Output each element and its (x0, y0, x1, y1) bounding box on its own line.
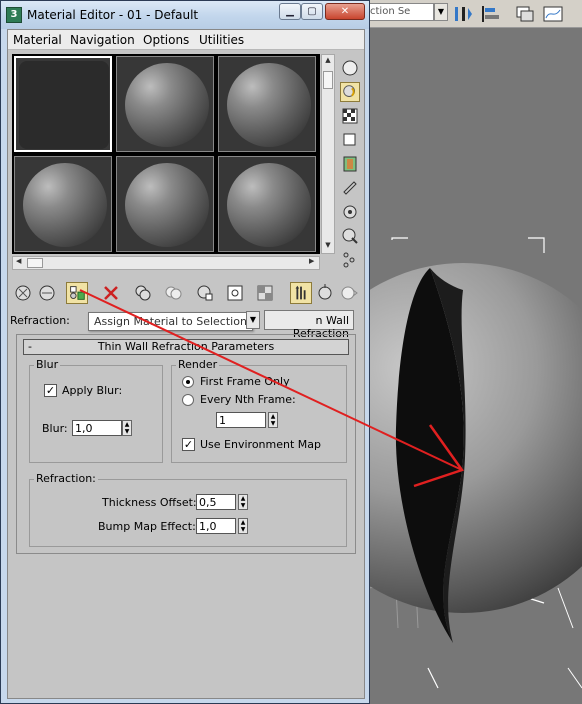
sample-slot[interactable] (218, 56, 316, 152)
material-map-navigator-icon[interactable] (340, 250, 360, 270)
max-app-icon[interactable]: 3 (6, 7, 22, 23)
align-icon[interactable] (480, 3, 502, 25)
menu-bar: Material Navigation Options Utilities (8, 30, 364, 50)
sample-slot[interactable] (116, 156, 214, 252)
go-forward-to-sibling-icon[interactable] (338, 282, 360, 304)
tooltip: Assign Material to Selection (88, 312, 253, 331)
material-toolbar (8, 280, 364, 306)
material-effects-channel-icon[interactable] (224, 282, 246, 304)
scroll-left-icon[interactable]: ◀ (16, 257, 21, 265)
maximize-button[interactable]: ▢ (301, 3, 323, 20)
use-environment-map-checkbox[interactable]: ✓ (182, 438, 195, 451)
close-button[interactable]: ✕ (325, 3, 365, 20)
layer-manager-icon[interactable] (514, 3, 536, 25)
mirror-icon[interactable] (452, 3, 474, 25)
slots-vertical-scrollbar[interactable]: ▲ ▼ (321, 54, 335, 254)
nth-frame-field[interactable] (216, 412, 266, 428)
go-to-parent-icon[interactable] (314, 282, 336, 304)
minimize-button[interactable]: ▁ (279, 3, 301, 20)
main-toolbar: ction Se ▼ (362, 0, 582, 28)
sample-slot[interactable] (116, 56, 214, 152)
map-slot-label: Refraction: (10, 314, 70, 327)
thickness-offset-spinner-arrows[interactable]: ▲ ▼ (238, 494, 248, 510)
apply-blur-label: Apply Blur: (62, 384, 123, 397)
use-environment-map-label: Use Environment Map (200, 438, 321, 451)
menu-material[interactable]: Material (13, 33, 62, 47)
blur-field[interactable] (72, 420, 122, 436)
first-frame-only-label: First Frame Only (200, 375, 290, 388)
nth-frame-spinner: ▲▼ (216, 412, 280, 428)
put-material-to-scene-icon[interactable] (36, 282, 58, 304)
scroll-down-icon[interactable]: ▼ (323, 241, 333, 249)
named-selection-set-field[interactable]: ction Se (366, 3, 434, 21)
menu-utilities[interactable]: Utilities (199, 33, 244, 47)
scroll-right-icon[interactable]: ▶ (309, 257, 314, 265)
video-color-check-icon[interactable] (340, 154, 360, 174)
thickness-offset-spinner: ▲▼ (196, 494, 250, 510)
blur-group: Blur ✓ Apply Blur: Blur: ▲▼ (29, 358, 163, 463)
menu-navigation[interactable]: Navigation (70, 33, 135, 47)
thickness-offset-field[interactable] (196, 494, 236, 510)
get-material-icon[interactable] (12, 282, 34, 304)
refraction-group: Refraction: Thickness Offset: ▲▼ Bump Ma… (29, 472, 347, 547)
menu-options[interactable]: Options (143, 33, 189, 47)
nth-frame-spinner-arrows[interactable]: ▲ ▼ (268, 412, 278, 428)
rollout-collapse-icon[interactable]: - (28, 340, 32, 354)
bump-map-effect-label: Bump Map Effect: (98, 520, 196, 533)
window-title: Material Editor - 01 - Default (27, 8, 199, 22)
map-type-button[interactable]: n Wall Refraction (264, 310, 354, 340)
map-name-dropdown[interactable]: ▼ (246, 311, 260, 329)
scroll-up-icon[interactable]: ▲ (323, 56, 333, 64)
blur-group-title: Blur (34, 358, 61, 371)
sample-type-icon[interactable] (340, 58, 360, 78)
scroll-thumb[interactable] (323, 71, 333, 89)
refraction-group-title: Refraction: (34, 472, 98, 485)
sample-uv-tiling-icon[interactable] (340, 130, 360, 150)
reset-map-icon[interactable] (100, 282, 122, 304)
bump-map-effect-field[interactable] (196, 518, 236, 534)
sample-slot-active[interactable] (14, 56, 112, 152)
material-editor-client: Material Navigation Options Utilities ▲ … (7, 29, 365, 699)
title-bar[interactable]: 3 Material Editor - 01 - Default ▁ ▢ ✕ (1, 1, 369, 29)
map-name-row: Refraction: Assign Material to Selection… (8, 308, 364, 340)
rollout-header[interactable]: - Thin Wall Refraction Parameters (23, 339, 349, 355)
sample-slots (12, 54, 320, 254)
blur-spinner: ▲▼ (72, 420, 134, 436)
select-by-material-icon[interactable] (340, 226, 360, 246)
put-to-library-icon[interactable] (194, 282, 216, 304)
show-end-result-icon[interactable] (290, 282, 312, 304)
bump-map-effect-spinner-arrows[interactable]: ▲ ▼ (238, 518, 248, 534)
viewport-perspective[interactable] (368, 28, 582, 704)
make-material-copy-icon[interactable] (132, 282, 154, 304)
material-editor-window: 3 Material Editor - 01 - Default ▁ ▢ ✕ M… (0, 0, 370, 704)
named-selection-set-dropdown[interactable]: ▼ (434, 3, 448, 21)
curve-editor-icon[interactable] (542, 3, 564, 25)
backlight-icon[interactable] (340, 82, 360, 102)
make-unique-icon[interactable] (162, 282, 184, 304)
render-group: Render First Frame Only Every Nth Frame:… (171, 358, 347, 463)
show-map-in-viewport-icon[interactable] (254, 282, 276, 304)
scroll-thumb[interactable] (27, 258, 43, 268)
background-icon[interactable] (340, 106, 360, 126)
thickness-offset-label: Thickness Offset: (102, 496, 197, 509)
first-frame-only-radio[interactable] (182, 376, 194, 388)
every-nth-frame-radio[interactable] (182, 394, 194, 406)
render-group-title: Render (176, 358, 220, 371)
thin-wall-refraction-rollout: - Thin Wall Refraction Parameters Blur ✓… (16, 334, 356, 554)
sample-slot[interactable] (14, 156, 112, 252)
blur-spinner-arrows[interactable]: ▲ ▼ (122, 420, 132, 436)
every-nth-frame-label: Every Nth Frame: (200, 393, 296, 406)
side-toolbar (338, 54, 362, 274)
rollout-title: Thin Wall Refraction Parameters (97, 340, 275, 353)
sample-slot[interactable] (218, 156, 316, 252)
assign-material-to-selection-icon[interactable] (66, 282, 88, 304)
viewport-scene (368, 237, 582, 689)
apply-blur-checkbox[interactable]: ✓ (44, 384, 57, 397)
bump-map-effect-spinner: ▲▼ (196, 518, 250, 534)
options-icon[interactable] (340, 202, 360, 222)
make-preview-icon[interactable] (340, 178, 360, 198)
slots-horizontal-scrollbar[interactable]: ◀ ▶ (12, 256, 320, 270)
blur-label: Blur: (42, 422, 68, 435)
